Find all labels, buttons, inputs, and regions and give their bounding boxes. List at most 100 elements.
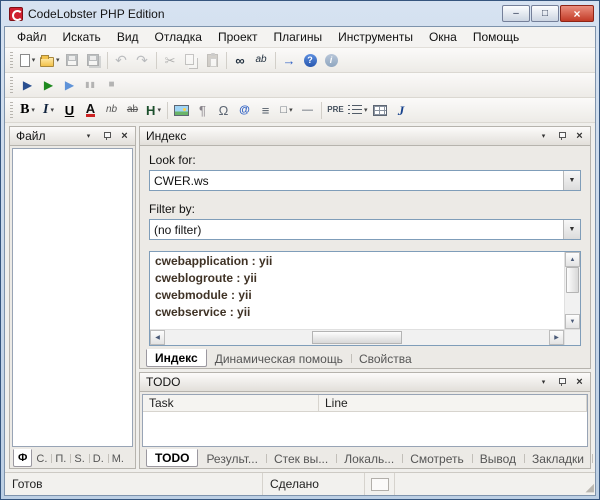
scroll-right-button[interactable]: ▶ bbox=[549, 330, 564, 345]
list-item[interactable]: cweblogroute : yii bbox=[150, 270, 564, 287]
tab-bookmarks[interactable]: Закладки bbox=[524, 450, 592, 467]
filter-by-combobox[interactable]: (no filter) ▼ bbox=[149, 219, 581, 240]
menu-plugins[interactable]: Плагины bbox=[266, 28, 331, 46]
menu-debug[interactable]: Отладка bbox=[147, 28, 210, 46]
horizontal-scroll-track[interactable] bbox=[165, 330, 549, 345]
menu-tools[interactable]: Инструменты bbox=[330, 28, 421, 46]
align-button[interactable]: ≡ bbox=[255, 99, 276, 121]
chevron-down-icon[interactable]: ▾ bbox=[50, 107, 54, 114]
tab-sql[interactable]: S. bbox=[70, 450, 88, 467]
italic-button[interactable]: I ▾ bbox=[38, 99, 59, 121]
stop-button[interactable]: ■ bbox=[101, 74, 122, 96]
copy-button[interactable] bbox=[181, 49, 202, 71]
tab-index[interactable]: Индекс bbox=[146, 349, 207, 367]
tab-properties[interactable]: Свойства bbox=[351, 350, 420, 367]
js-button[interactable]: J bbox=[391, 99, 412, 121]
find-button[interactable]: ∞ bbox=[230, 49, 251, 71]
chevron-down-icon[interactable]: ▾ bbox=[289, 107, 293, 114]
underline-button[interactable]: U bbox=[59, 99, 80, 121]
chevron-down-icon[interactable]: ▾ bbox=[32, 57, 36, 64]
menu-file[interactable]: Файл bbox=[9, 28, 55, 46]
start-debug-button[interactable]: ▶ bbox=[17, 74, 38, 96]
menu-help[interactable]: Помощь bbox=[465, 28, 527, 46]
table-button[interactable] bbox=[370, 99, 391, 121]
pin-button[interactable] bbox=[554, 375, 569, 389]
toolbar-grip[interactable] bbox=[10, 102, 13, 118]
strikethrough-button[interactable]: ab bbox=[122, 99, 143, 121]
filter-by-value[interactable]: (no filter) bbox=[150, 220, 563, 239]
tab-output[interactable]: Вывод bbox=[472, 450, 524, 467]
panel-close-button[interactable]: × bbox=[572, 375, 587, 389]
maximize-button[interactable]: □ bbox=[531, 5, 559, 22]
resize-grip-icon[interactable]: ◢ bbox=[579, 473, 595, 495]
cut-button[interactable]: ✂ bbox=[160, 49, 181, 71]
combo-dropdown-button[interactable]: ▼ bbox=[563, 220, 580, 239]
pin-button[interactable] bbox=[99, 129, 114, 143]
tab-dynamic-help[interactable]: Динамическая помощь bbox=[207, 350, 351, 367]
save-button[interactable] bbox=[62, 49, 83, 71]
font-color-button[interactable]: A bbox=[80, 99, 101, 121]
toolbar-grip[interactable] bbox=[10, 52, 13, 68]
run-button[interactable]: ▶ bbox=[38, 74, 59, 96]
list-item[interactable]: cwebapplication : yii bbox=[150, 253, 564, 270]
app-icon[interactable] bbox=[9, 7, 23, 21]
vertical-scroll-thumb[interactable] bbox=[566, 267, 579, 293]
find-next-button[interactable]: ab bbox=[251, 49, 272, 71]
pause-button[interactable]: ▮▮ bbox=[80, 74, 101, 96]
save-all-button[interactable] bbox=[83, 49, 104, 71]
tab-dynamic[interactable]: D. bbox=[89, 450, 108, 467]
tab-errors[interactable]: Errors bbox=[592, 450, 600, 467]
anchor-button[interactable]: Ω bbox=[213, 99, 234, 121]
redo-button[interactable]: ↷ bbox=[132, 49, 153, 71]
column-task[interactable]: Task bbox=[143, 395, 319, 411]
chevron-down-icon[interactable]: ▾ bbox=[157, 107, 161, 114]
list-item[interactable]: cwebservice : yii bbox=[150, 304, 564, 321]
tab-callstack[interactable]: Стек вы... bbox=[266, 450, 336, 467]
vertical-scrollbar[interactable]: ▲ ▼ bbox=[564, 252, 580, 329]
pin-button[interactable] bbox=[554, 129, 569, 143]
list-button[interactable]: ▾ bbox=[346, 99, 370, 121]
close-button[interactable]: × bbox=[560, 5, 594, 22]
minimize-button[interactable]: – bbox=[502, 5, 530, 22]
file-panel-content[interactable] bbox=[12, 148, 133, 447]
vertical-scroll-track[interactable] bbox=[565, 267, 580, 314]
look-for-value[interactable]: CWER.ws bbox=[150, 171, 563, 190]
look-for-combobox[interactable]: CWER.ws ▼ bbox=[149, 170, 581, 191]
scroll-down-button[interactable]: ▼ bbox=[565, 314, 580, 329]
undo-button[interactable]: ↶ bbox=[111, 49, 132, 71]
bold-button[interactable]: B ▾ bbox=[17, 99, 38, 121]
new-file-button[interactable]: ▾ bbox=[17, 49, 38, 71]
combo-dropdown-button[interactable]: ▼ bbox=[563, 171, 580, 190]
open-file-button[interactable]: ▾ bbox=[38, 49, 62, 71]
chevron-down-icon[interactable]: ▾ bbox=[56, 57, 60, 64]
info-button[interactable]: i bbox=[321, 49, 342, 71]
panel-close-button[interactable]: × bbox=[117, 129, 132, 143]
insert-image-button[interactable] bbox=[171, 99, 192, 121]
goto-button[interactable]: → bbox=[279, 49, 300, 71]
tab-structure[interactable]: С. bbox=[32, 450, 51, 467]
column-line[interactable]: Line bbox=[319, 395, 587, 411]
horizontal-scrollbar[interactable]: ◀ ▶ bbox=[150, 330, 564, 345]
panel-close-button[interactable]: × bbox=[572, 129, 587, 143]
tab-map[interactable]: M. bbox=[108, 450, 128, 467]
paragraph-button[interactable]: ¶ bbox=[192, 99, 213, 121]
tab-project[interactable]: П. bbox=[51, 450, 70, 467]
tab-todo[interactable]: TODO bbox=[146, 449, 198, 467]
titlebar[interactable]: CodeLobster PHP Edition – □ × bbox=[4, 1, 596, 26]
tab-files[interactable]: Ф bbox=[13, 449, 32, 467]
div-button[interactable]: □ ▾ bbox=[276, 99, 297, 121]
tab-results[interactable]: Результ... bbox=[198, 450, 265, 467]
menu-windows[interactable]: Окна bbox=[421, 28, 465, 46]
list-item[interactable]: cwebmodule : yii bbox=[150, 287, 564, 304]
link-button[interactable]: @ bbox=[234, 99, 255, 121]
help-button[interactable]: ? bbox=[300, 49, 321, 71]
panel-menu-button[interactable]: ▾ bbox=[536, 129, 551, 143]
heading-button[interactable]: H ▾ bbox=[143, 99, 164, 121]
menu-search[interactable]: Искать bbox=[55, 28, 109, 46]
toolbar-grip[interactable] bbox=[10, 77, 13, 93]
tab-locals[interactable]: Локаль... bbox=[336, 450, 402, 467]
tab-watch[interactable]: Смотреть bbox=[402, 450, 472, 467]
menu-project[interactable]: Проект bbox=[210, 28, 266, 46]
hr-button[interactable]: — bbox=[297, 99, 318, 121]
scroll-left-button[interactable]: ◀ bbox=[150, 330, 165, 345]
